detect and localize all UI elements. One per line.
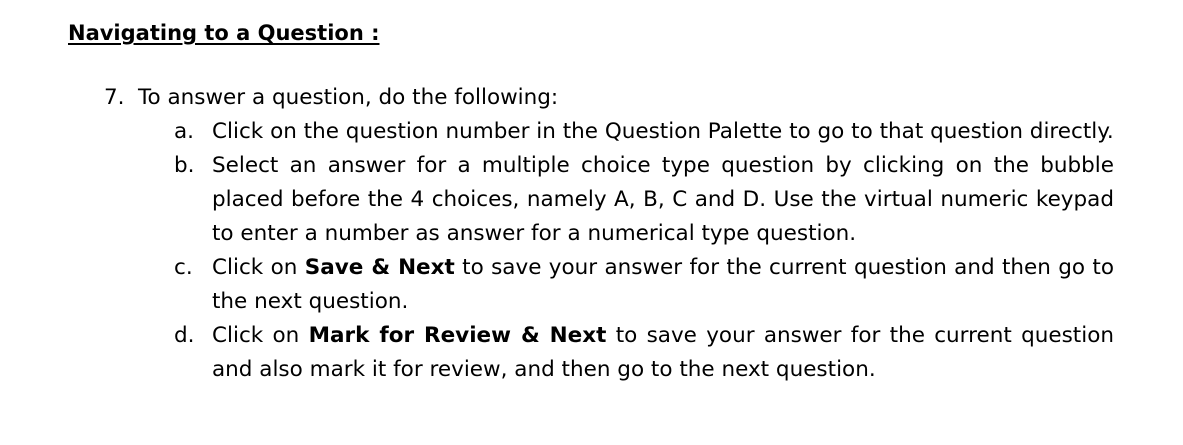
mark-review-next-button-label: Mark for Review & Next	[308, 323, 607, 348]
sub-step-text-pre: Click on	[212, 255, 305, 280]
step-line: 7. To answer a question, do the followin…	[104, 81, 1114, 115]
step-number: 7.	[104, 85, 125, 110]
instruction-step: 7. To answer a question, do the followin…	[104, 81, 1114, 387]
step-text: To answer a question, do the following:	[138, 85, 559, 110]
section-heading: Navigating to a Question :	[68, 21, 380, 45]
sub-step-letter: b.	[174, 153, 195, 178]
sub-step-b: b. Select an answer for a multiple choic…	[174, 149, 1114, 251]
sub-step-text: Click on Mark for Review & Next to save …	[212, 319, 1114, 387]
sub-step-letter: d.	[174, 323, 195, 348]
sub-step-d: d. Click on Mark for Review & Next to sa…	[174, 319, 1114, 387]
sub-step-text: Click on Save & Next to save your answer…	[212, 251, 1114, 319]
sub-step-c: c. Click on Save & Next to save your ans…	[174, 251, 1114, 319]
sub-step-text-pre: Click on	[212, 323, 309, 348]
save-next-button-label: Save & Next	[304, 255, 455, 280]
sub-step-text: Select an answer for a multiple choice t…	[212, 153, 1114, 246]
sub-step-text: Click on the question number in the Ques…	[212, 119, 1114, 144]
sub-step-letter: c.	[174, 255, 193, 280]
sub-step-a: a. Click on the question number in the Q…	[174, 115, 1114, 149]
sub-step-list: a. Click on the question number in the Q…	[174, 115, 1114, 387]
sub-step-letter: a.	[174, 119, 195, 144]
